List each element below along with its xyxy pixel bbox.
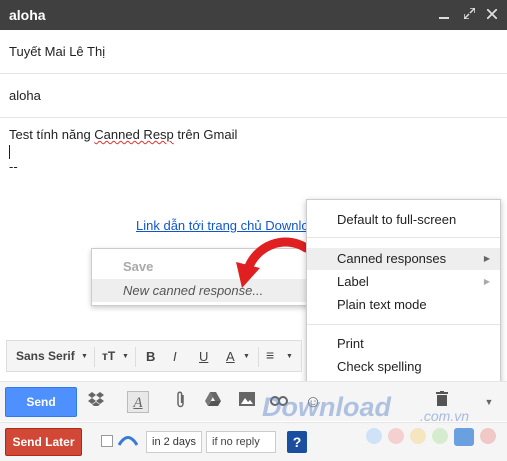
submenu-arrow-icon: ▶ — [483, 277, 490, 286]
more-options-icon[interactable]: ▼ — [478, 391, 500, 413]
font-family-select[interactable]: Sans Serif — [16, 349, 75, 363]
google-drive-icon[interactable] — [202, 391, 224, 413]
send-later-bar: Send Later in 2 days if no reply ? — [0, 422, 507, 461]
watermark-domain: .com.vn — [420, 408, 470, 424]
font-size-icon[interactable]: тT — [102, 349, 115, 363]
decorative-dot — [366, 428, 382, 444]
text-cursor — [9, 145, 10, 159]
decorative-dot — [410, 428, 426, 444]
watermark-logo: Download — [262, 392, 391, 422]
chevron-down-icon[interactable]: ▼ — [122, 353, 129, 360]
formatting-toolbar: Sans Serif ▼ тT ▼ B I U A ▼ ≡ ▼ — [6, 340, 302, 372]
bold-icon[interactable]: B — [146, 349, 155, 364]
menu-separator — [307, 324, 500, 325]
close-icon[interactable] — [482, 5, 502, 25]
reply-condition-select[interactable]: if no reply — [206, 431, 276, 453]
body-text-line: Test tính năng Canned Resp trên Gmail — [9, 127, 237, 142]
more-options-menu: Default to full-screen Canned responses … — [306, 199, 501, 386]
insert-photo-icon[interactable] — [236, 391, 258, 413]
formatting-options-icon[interactable]: A — [127, 391, 149, 413]
remind-days-select[interactable]: in 2 days — [146, 431, 202, 453]
dropbox-icon[interactable] — [85, 391, 107, 413]
menu-item-default-fullscreen[interactable]: Default to full-screen — [307, 209, 500, 231]
menu-item-print[interactable]: Print — [307, 333, 500, 355]
menu-item-label-item[interactable]: Label ▶ — [307, 271, 500, 293]
decorative-dot — [432, 428, 448, 444]
window-title: aloha — [9, 7, 46, 23]
watermark-badge-icon — [454, 428, 474, 446]
menu-separator — [307, 237, 500, 238]
menu-item-check-spelling[interactable]: Check spelling — [307, 356, 500, 378]
chevron-down-icon[interactable]: ▼ — [81, 353, 88, 360]
menu-item-plain-text[interactable]: Plain text mode — [307, 294, 500, 316]
italic-icon[interactable]: I — [173, 349, 177, 364]
to-field[interactable]: Tuyết Mai Lê Thị — [0, 30, 507, 74]
align-icon[interactable]: ≡ — [266, 347, 274, 363]
minimize-icon[interactable] — [434, 5, 454, 25]
chevron-down-icon[interactable]: ▼ — [243, 353, 250, 360]
body-prefix: Test tính năng — [9, 127, 95, 142]
underline-icon[interactable]: U — [199, 349, 208, 364]
body-suffix: trên Gmail — [173, 127, 238, 142]
menu-item-label: Label — [337, 274, 369, 289]
toolbar-divider — [135, 347, 136, 367]
menu-item-canned-responses[interactable]: Canned responses ▶ — [307, 248, 500, 270]
boomerang-icon — [118, 436, 138, 446]
decorative-dot — [388, 428, 404, 444]
attach-icon[interactable] — [170, 391, 192, 413]
chevron-down-icon[interactable]: ▼ — [286, 353, 293, 360]
title-bar: aloha — [0, 0, 507, 30]
subject-text: aloha — [9, 88, 41, 103]
text-color-icon[interactable]: A — [226, 349, 235, 364]
submenu-arrow-icon: ▶ — [483, 254, 490, 263]
signature-separator: -- — [9, 159, 18, 174]
expand-icon[interactable] — [459, 5, 479, 25]
remind-checkbox[interactable] — [101, 435, 113, 447]
send-later-button[interactable]: Send Later — [5, 428, 82, 456]
toolbar-divider — [258, 347, 259, 367]
homepage-link[interactable]: Link dẫn tới trang chủ Downlo — [136, 218, 309, 233]
help-button[interactable]: ? — [287, 431, 307, 453]
red-arrow-annotation — [236, 237, 311, 288]
misspelled-word[interactable]: Canned Resp — [94, 127, 174, 142]
compose-window: aloha Tuyết Mai Lê Thị aloha Test tính n… — [0, 0, 507, 461]
send-button[interactable]: Send — [5, 387, 77, 417]
menu-item-label: Canned responses — [337, 251, 447, 266]
recipient-name: Tuyết Mai Lê Thị — [9, 44, 106, 59]
decorative-dot — [480, 428, 496, 444]
toolbar-divider — [94, 347, 95, 367]
subject-field[interactable]: aloha — [0, 74, 507, 118]
